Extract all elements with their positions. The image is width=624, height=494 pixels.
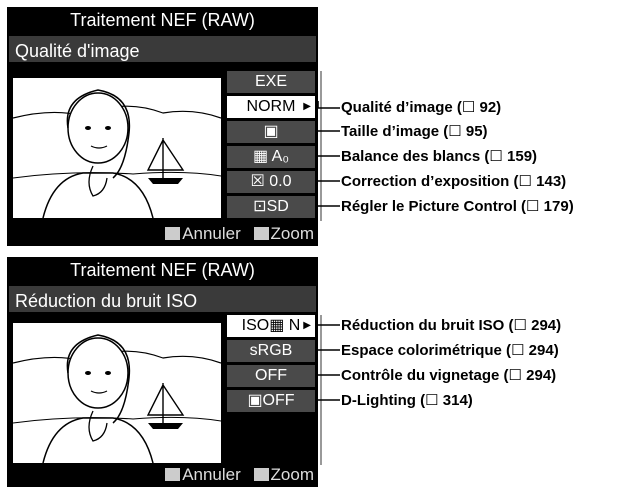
book-icon: ☐ xyxy=(526,198,540,215)
book-icon: ☐ xyxy=(448,123,462,140)
screen-title: Traitement NEF (RAW) xyxy=(70,10,255,30)
menu-item-iso-noise-reduction[interactable]: ISO▦ N ▶ xyxy=(227,315,315,337)
zoom-label[interactable]: Zoom xyxy=(271,465,314,484)
portrait-illustration xyxy=(13,323,221,463)
cancel-label[interactable]: Annuler xyxy=(182,224,241,243)
menu-item-d-lighting[interactable]: ▣OFF xyxy=(227,390,315,412)
callout-color-space: Espace colorimétrique (☐ 294) xyxy=(341,342,559,359)
callout-iso-noise-reduction: Réduction du bruit ISO (☐ 294) xyxy=(341,317,562,334)
menu-item-exe[interactable]: EXE xyxy=(227,71,315,93)
menu-item-label: ▣OFF xyxy=(247,392,295,409)
menu-item-label: ISO▦ N xyxy=(241,317,301,334)
arrow-right-icon: ▶ xyxy=(303,320,311,331)
menu-item-label: EXE xyxy=(254,73,287,90)
book-icon: ☐ xyxy=(461,99,476,116)
portrait-illustration xyxy=(13,78,221,218)
arrow-right-icon: ▶ xyxy=(303,101,311,112)
scrollbar[interactable] xyxy=(320,71,322,221)
menu-item-white-balance[interactable]: ▦ A₀ xyxy=(227,146,315,168)
menu-item-image-quality[interactable]: NORM ▶ xyxy=(227,96,315,118)
book-icon: ☐ xyxy=(508,367,522,384)
menu-item-exposure[interactable]: ☒ 0.0 xyxy=(227,171,315,193)
book-icon: ☐ xyxy=(489,148,503,165)
callout-d-lighting: D-Lighting (☐ 314) xyxy=(341,392,473,409)
camera-screen-1: Traitement NEF (RAW) Qualité d'image EXE… xyxy=(7,7,322,246)
zoom-label[interactable]: Zoom xyxy=(271,224,314,243)
screen-footer: Annuler Zoom xyxy=(165,224,314,244)
menu-item-label: sRGB xyxy=(249,342,293,359)
callout-image-size: Taille d’image (☐ 95) xyxy=(341,123,488,140)
zoom-icon xyxy=(253,227,269,240)
menu-item-label: ☒ 0.0 xyxy=(250,173,292,190)
playback-icon xyxy=(165,227,181,240)
preview-image xyxy=(13,78,221,218)
screen-footer: Annuler Zoom xyxy=(165,465,314,485)
menu-item-picture-control[interactable]: ⊡SD xyxy=(227,196,315,218)
book-icon: ☐ xyxy=(518,173,532,190)
callout-white-balance: Balance des blancs (☐ 159) xyxy=(341,148,538,165)
menu-item-vignette-control[interactable]: OFF xyxy=(227,365,315,387)
callout-picture-control: Régler le Picture Control (☐ 179) xyxy=(341,198,574,215)
screen-title: Traitement NEF (RAW) xyxy=(70,260,255,280)
menu-item-label: ▦ A₀ xyxy=(253,148,289,165)
menu-item-color-space[interactable]: sRGB xyxy=(227,340,315,362)
callout-exposure-correction: Correction d’exposition (☐ 143) xyxy=(341,173,567,190)
menu-item-label: ▣ xyxy=(263,123,279,140)
preview-image xyxy=(13,323,221,463)
playback-icon xyxy=(165,468,181,481)
menu-item-image-size[interactable]: ▣ xyxy=(227,121,315,143)
callout-vignette-control: Contrôle du vignetage (☐ 294) xyxy=(341,367,557,384)
screen-subtitle: Réduction du bruit ISO xyxy=(15,291,198,311)
book-icon: ☐ xyxy=(513,317,527,334)
cancel-label[interactable]: Annuler xyxy=(182,465,241,484)
scrollbar[interactable] xyxy=(320,315,322,465)
callout-image-quality: Qualité d’image (☐ 92) xyxy=(341,99,502,116)
book-icon: ☐ xyxy=(425,392,439,409)
menu-item-label: OFF xyxy=(255,367,287,384)
book-icon: ☐ xyxy=(511,342,525,359)
zoom-icon xyxy=(253,468,269,481)
menu-item-label: NORM xyxy=(246,98,296,115)
camera-screen-2: Traitement NEF (RAW) Réduction du bruit … xyxy=(7,257,322,487)
menu-item-label: ⊡SD xyxy=(253,198,289,215)
screen-subtitle: Qualité d'image xyxy=(15,41,140,61)
